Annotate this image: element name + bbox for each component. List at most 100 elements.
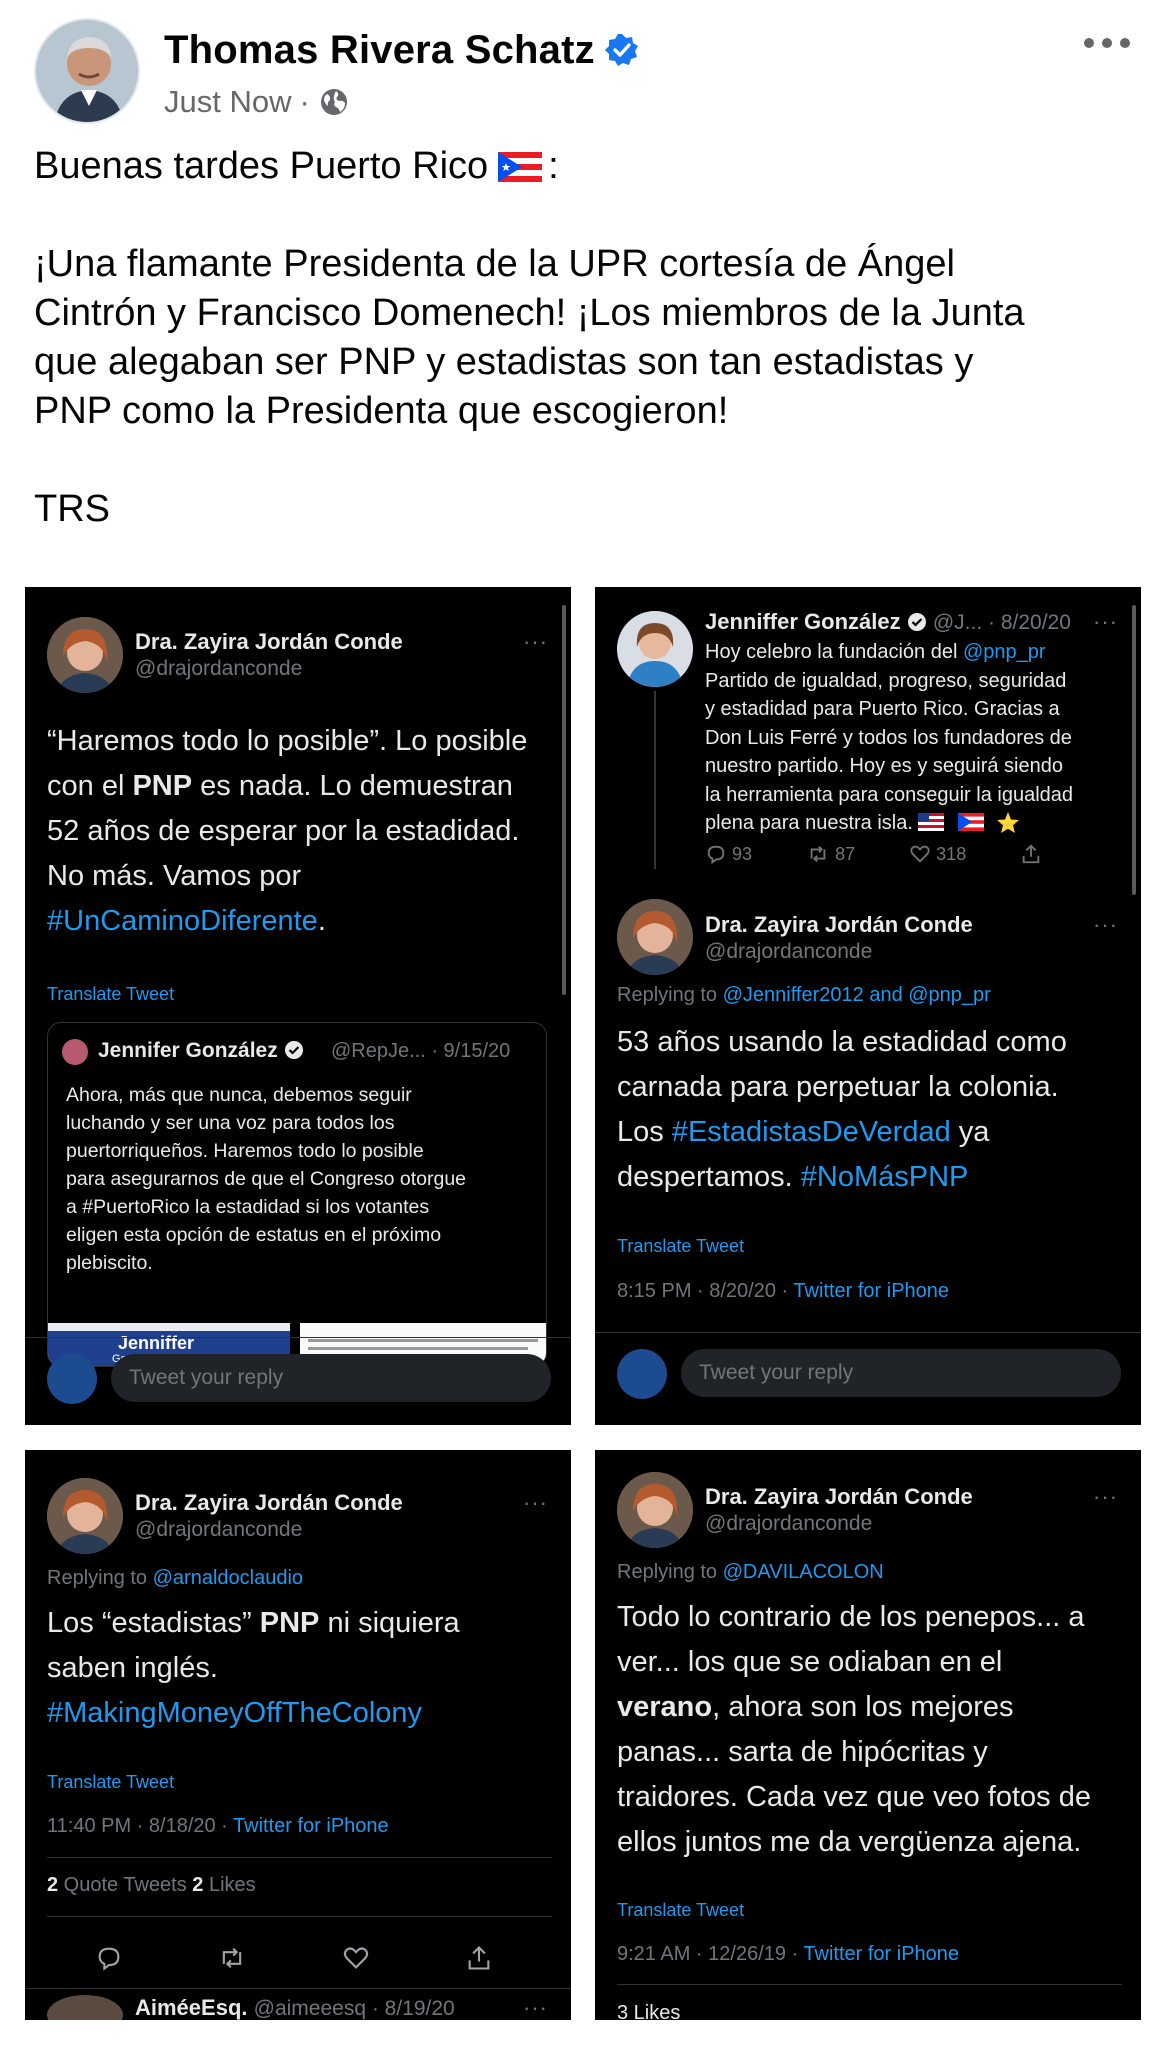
reply-icon[interactable] [95,1944,123,1972]
reply-bar: Tweet your reply [25,1337,571,1409]
replying-to: Replying to @arnaldoclaudio [47,1567,303,1590]
tweet-author-handle[interactable]: @drajordanconde [705,940,872,964]
mention-link[interactable]: @pnp_pr [963,641,1046,663]
tweet-client-link[interactable]: Twitter for iPhone [793,1280,949,1302]
parent-line-7: plena para nuestra isla. [705,809,1135,840]
tweet-screenshot-1[interactable]: Dra. Zayira Jordán Conde @drajordanconde… [25,587,571,1425]
next-tweet-author[interactable]: AiméeEsq. @aimeeesq · 8/19/20 [135,1995,455,2020]
parent-tweet-body: Hoy celebro la fundación del @pnp_pr Par… [705,638,1135,840]
hashtag-end: . [317,905,326,937]
tweet-body-line-2: ver... los que se odiaban en el [617,1646,1003,1678]
tweet-author-name[interactable]: Dra. Zayira Jordán Conde [705,912,973,938]
puerto-rico-flag-icon [958,813,985,831]
timestamp-text: 11:40 PM · 8/18/20 · [47,1815,234,1837]
like-icon[interactable] [909,843,931,865]
timestamp-text: 9:21 AM · 12/26/19 · [617,1943,804,1965]
tweet-author-handle[interactable]: @drajordanconde [135,657,302,681]
tweet-client-link[interactable]: Twitter for iPhone [233,1815,389,1837]
tweet-client-link[interactable]: Twitter for iPhone [803,1943,959,1965]
hashtag-link[interactable]: #MakingMoneyOffTheColony [47,1691,557,1736]
divider [25,1988,571,1989]
tweet-more-options[interactable]: ··· [1093,1484,1118,1510]
globe-icon[interactable] [318,86,350,118]
parent-author-name[interactable]: Jenniffer González @J... · 8/20/20 [705,609,1071,635]
post-time[interactable]: Just Now [164,84,291,119]
tweet-author-name[interactable]: Dra. Zayira Jordán Conde [135,1490,403,1516]
share-icon[interactable] [1020,843,1042,865]
star-icon [996,812,1019,833]
line1-text-a: Los “estadistas” [47,1607,260,1639]
tweet-avatar [617,899,693,975]
hashtag-link[interactable]: #EstadistasDeVerdad [672,1116,951,1148]
replying-to-users[interactable]: @Jenniffer2012 and @pnp_pr [723,984,991,1006]
tweet-stats[interactable]: 2 Quote Tweets 2 Likes [47,1874,256,1897]
tweet-body-line-2: con el PNP es nada. Lo demuestran [47,764,557,809]
translate-tweet-link[interactable]: Translate Tweet [47,1772,174,1793]
tweet-body-line-2: saben inglés. [47,1652,218,1684]
scrollbar[interactable] [562,605,566,995]
post-signature: TRS [34,488,110,530]
author-avatar[interactable] [34,18,140,124]
tweet-body-line-1: 53 años usando la estadidad como [617,1026,1067,1058]
parent-more-options[interactable]: ··· [1093,609,1118,635]
translate-tweet-link[interactable]: Translate Tweet [617,1236,744,1257]
parent-line-4: Don Luis Ferré y todos los fundadores de [705,726,1072,749]
tweet-author-name[interactable]: Dra. Zayira Jordán Conde [705,1484,973,1510]
tweet-author-handle[interactable]: @drajordanconde [135,1518,302,1542]
tweet-avatar [47,1478,123,1554]
tweet-reply-input[interactable]: Tweet your reply [111,1354,551,1402]
quoted-line-2: luchando y ser una voz para todos los [66,1112,395,1134]
post-body-line-2: Cintrón y Francisco Domenech! ¡Los miemb… [34,292,1025,334]
reply-icon[interactable] [705,843,727,865]
author-name[interactable]: Thomas Rivera Schatz [164,28,639,73]
quoted-tweet[interactable]: Jennifer González @RepJe... · 9/15/20 Ah… [47,1022,547,1367]
post-header: Thomas Rivera Schatz Just Now · [0,0,1166,140]
share-icon[interactable] [465,1944,493,1972]
more-options-icon[interactable] [1082,28,1132,58]
tweet-screenshot-2[interactable]: Jenniffer González @J... · 8/20/20 ··· H… [595,587,1141,1425]
next-more-options[interactable]: ··· [523,1995,548,2020]
tweet-author-handle[interactable]: @drajordanconde [705,1512,872,1536]
replying-to-users[interactable]: @DAVILACOLON [723,1561,884,1583]
tweet-body: 53 años usando la estadidad como carnada… [617,1020,1132,1200]
translate-tweet-link[interactable]: Translate Tweet [47,984,174,1005]
tweet-more-options[interactable]: ··· [523,1490,548,1516]
replying-to: Replying to @DAVILACOLON [617,1561,884,1584]
parent-line-3: y estadidad para Puerto Rico. Gracias a [705,698,1060,720]
tweet-screenshot-3[interactable]: Dra. Zayira Jordán Conde @drajordanconde… [25,1450,571,2020]
line3-bold: verano [617,1691,713,1723]
tweet-more-options[interactable]: ··· [523,629,548,655]
scrollbar[interactable] [1132,605,1136,895]
next-name-text[interactable]: AiméeEsq. [135,1995,248,2020]
translate-tweet-link[interactable]: Translate Tweet [617,1900,744,1921]
meta-separator: · [299,84,310,119]
next-tweet-avatar [47,1995,123,2020]
parent-line-1: Hoy celebro la fundación del @pnp_pr [705,638,1135,667]
hashtag-link[interactable]: #UnCaminoDiferente [47,905,318,937]
quoted-line-6: eligen esta opción de estatus en el próx… [66,1224,442,1246]
line3-text-a: Los [617,1116,672,1148]
author-name-text[interactable]: Thomas Rivera Schatz [164,28,595,72]
post-greeting: Buenas tardes Puerto Rico : [34,142,1144,191]
hashtag-link[interactable]: #NoMásPNP [801,1161,969,1193]
tweet-reply-input[interactable]: Tweet your reply [681,1349,1121,1397]
tweet-body: Todo lo contrario de los penepos... a ve… [617,1595,1132,1865]
replying-to-label: Replying to [617,1561,723,1583]
greeting-text: Buenas tardes Puerto Rico [34,145,489,187]
reply-avatar [617,1349,667,1399]
tweet-screenshot-4[interactable]: Dra. Zayira Jordán Conde @drajordanconde… [595,1450,1141,2020]
tweet-author-name[interactable]: Dra. Zayira Jordán Conde [135,629,403,655]
divider [617,1984,1122,1985]
tweet-more-options[interactable]: ··· [1093,912,1118,938]
divider [47,1857,552,1858]
parent-line-1-text: Hoy celebro la fundación del [705,641,963,663]
parent-name-text[interactable]: Jenniffer González [705,609,901,634]
retweet-icon[interactable] [218,1944,246,1972]
replying-to-label: Replying to [47,1567,153,1589]
quoted-handle: @RepJe... · 9/15/20 [331,1040,511,1062]
tweet-likes-partial[interactable]: 3 Likes [617,2002,680,2020]
replying-to-users[interactable]: @arnaldoclaudio [153,1567,303,1589]
greeting-suffix: : [548,145,559,187]
retweet-icon[interactable] [806,843,830,865]
like-icon[interactable] [342,1944,370,1972]
